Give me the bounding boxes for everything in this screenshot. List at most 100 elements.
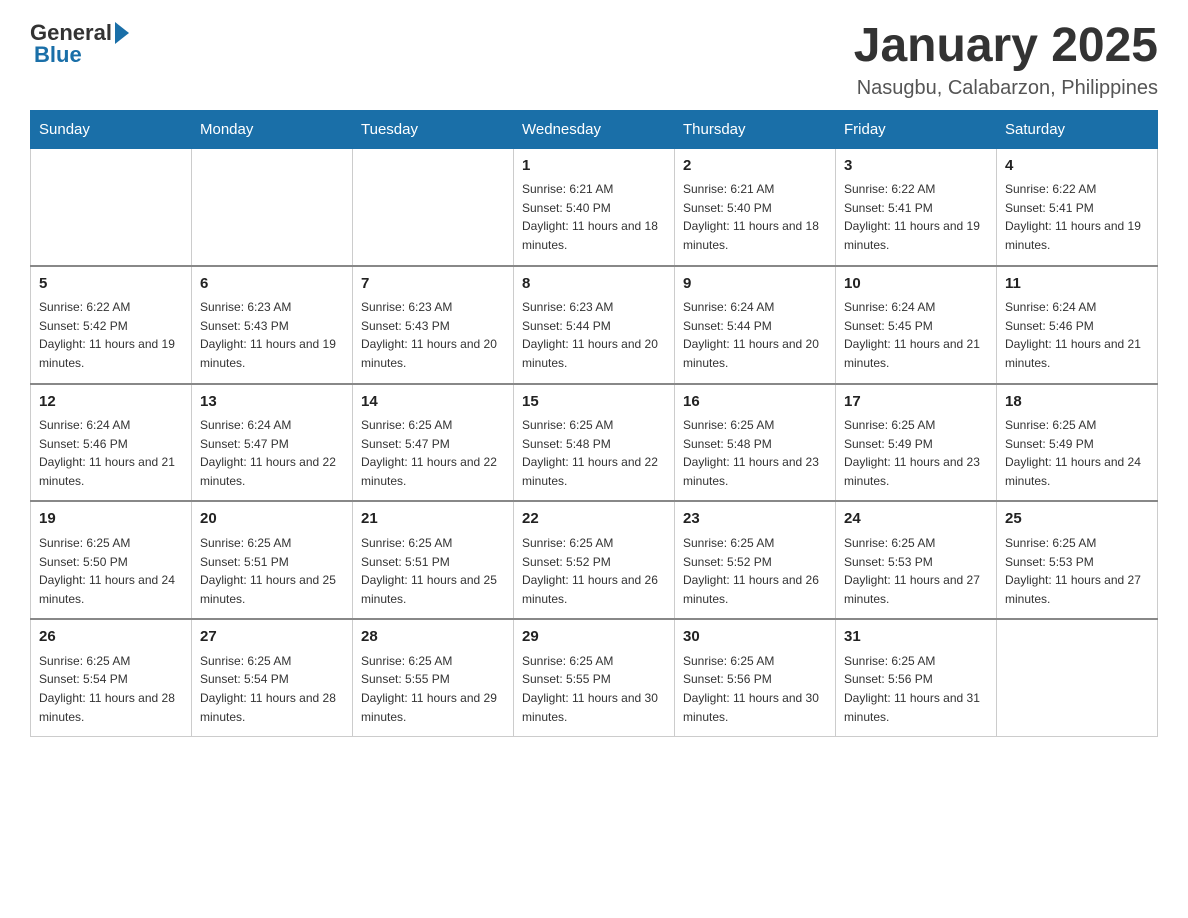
day-info: Sunrise: 6:25 AMSunset: 5:54 PMDaylight:…: [200, 652, 344, 726]
calendar-cell: 23 Sunrise: 6:25 AMSunset: 5:52 PMDayligh…: [675, 501, 836, 619]
calendar-week-5: 26 Sunrise: 6:25 AMSunset: 5:54 PMDayligh…: [31, 619, 1158, 736]
day-info: Sunrise: 6:24 AMSunset: 5:47 PMDaylight:…: [200, 416, 344, 490]
calendar-cell: 1Sunrise: 6:21 AMSunset: 5:40 PMDaylight…: [514, 148, 675, 265]
day-info: Sunrise: 6:24 AMSunset: 5:46 PMDaylight:…: [1005, 298, 1149, 372]
calendar-cell: 2Sunrise: 6:21 AMSunset: 5:40 PMDaylight…: [675, 148, 836, 265]
calendar-cell: 9Sunrise: 6:24 AMSunset: 5:44 PMDaylight…: [675, 266, 836, 384]
day-info: Sunrise: 6:23 AMSunset: 5:43 PMDaylight:…: [361, 298, 505, 372]
day-number: 26: [39, 626, 183, 649]
day-info: Sunrise: 6:25 AMSunset: 5:52 PMDaylight:…: [683, 534, 827, 608]
calendar-header-thursday: Thursday: [675, 110, 836, 148]
calendar-cell: 24 Sunrise: 6:25 AMSunset: 5:53 PMDayligh…: [836, 501, 997, 619]
calendar-cell: 8Sunrise: 6:23 AMSunset: 5:44 PMDaylight…: [514, 266, 675, 384]
calendar-cell: 18Sunrise: 6:25 AMSunset: 5:49 PMDayligh…: [997, 384, 1158, 502]
calendar-cell: 28 Sunrise: 6:25 AMSunset: 5:55 PMDayligh…: [353, 619, 514, 736]
day-number: 16: [683, 391, 827, 414]
day-info: Sunrise: 6:22 AMSunset: 5:41 PMDaylight:…: [844, 180, 988, 254]
calendar-week-4: 19Sunrise: 6:25 AMSunset: 5:50 PMDayligh…: [31, 501, 1158, 619]
day-info: Sunrise: 6:23 AMSunset: 5:43 PMDaylight:…: [200, 298, 344, 372]
calendar-cell: 29 Sunrise: 6:25 AMSunset: 5:55 PMDayligh…: [514, 619, 675, 736]
day-info: Sunrise: 6:22 AMSunset: 5:42 PMDaylight:…: [39, 298, 183, 372]
calendar-header-friday: Friday: [836, 110, 997, 148]
title-section: January 2025 Nasugbu, Calabarzon, Philip…: [854, 20, 1158, 100]
day-number: 11: [1005, 273, 1149, 296]
day-info: Sunrise: 6:25 AMSunset: 5:49 PMDaylight:…: [1005, 416, 1149, 490]
calendar-week-2: 5Sunrise: 6:22 AMSunset: 5:42 PMDaylight…: [31, 266, 1158, 384]
day-info: Sunrise: 6:25 AMSunset: 5:55 PMDaylight:…: [522, 652, 666, 726]
day-info: Sunrise: 6:21 AMSunset: 5:40 PMDaylight:…: [683, 180, 827, 254]
calendar-cell: 31 Sunrise: 6:25 AMSunset: 5:56 PMDayligh…: [836, 619, 997, 736]
calendar-header-wednesday: Wednesday: [514, 110, 675, 148]
calendar-cell: 22 Sunrise: 6:25 AMSunset: 5:52 PMDayligh…: [514, 501, 675, 619]
calendar-header-saturday: Saturday: [997, 110, 1158, 148]
calendar-cell: 11Sunrise: 6:24 AMSunset: 5:46 PMDayligh…: [997, 266, 1158, 384]
day-number: 27: [200, 626, 344, 649]
calendar-cell: 27 Sunrise: 6:25 AMSunset: 5:54 PMDayligh…: [192, 619, 353, 736]
calendar-header-row: SundayMondayTuesdayWednesdayThursdayFrid…: [31, 110, 1158, 148]
day-number: 28: [361, 626, 505, 649]
day-info: Sunrise: 6:23 AMSunset: 5:44 PMDaylight:…: [522, 298, 666, 372]
calendar-week-1: 1Sunrise: 6:21 AMSunset: 5:40 PMDaylight…: [31, 148, 1158, 265]
day-info: Sunrise: 6:25 AMSunset: 5:56 PMDaylight:…: [844, 652, 988, 726]
calendar-cell: 4Sunrise: 6:22 AMSunset: 5:41 PMDaylight…: [997, 148, 1158, 265]
day-info: Sunrise: 6:22 AMSunset: 5:41 PMDaylight:…: [1005, 180, 1149, 254]
day-number: 25: [1005, 508, 1149, 531]
day-number: 15: [522, 391, 666, 414]
day-info: Sunrise: 6:24 AMSunset: 5:44 PMDaylight:…: [683, 298, 827, 372]
day-info: Sunrise: 6:25 AMSunset: 5:56 PMDaylight:…: [683, 652, 827, 726]
calendar-cell: [192, 148, 353, 265]
logo-triangle-icon: [115, 22, 129, 44]
main-title: January 2025: [854, 20, 1158, 73]
page-header: General Blue January 2025 Nasugbu, Calab…: [30, 20, 1158, 100]
calendar-cell: 7Sunrise: 6:23 AMSunset: 5:43 PMDaylight…: [353, 266, 514, 384]
day-number: 31: [844, 626, 988, 649]
calendar-header-tuesday: Tuesday: [353, 110, 514, 148]
day-number: 29: [522, 626, 666, 649]
day-info: Sunrise: 6:25 AMSunset: 5:48 PMDaylight:…: [683, 416, 827, 490]
day-number: 21: [361, 508, 505, 531]
day-info: Sunrise: 6:25 AMSunset: 5:47 PMDaylight:…: [361, 416, 505, 490]
calendar-cell: 30 Sunrise: 6:25 AMSunset: 5:56 PMDayligh…: [675, 619, 836, 736]
day-number: 30: [683, 626, 827, 649]
day-number: 7: [361, 273, 505, 296]
day-info: Sunrise: 6:25 AMSunset: 5:52 PMDaylight:…: [522, 534, 666, 608]
day-number: 20: [200, 508, 344, 531]
calendar-cell: [353, 148, 514, 265]
day-number: 17: [844, 391, 988, 414]
day-info: Sunrise: 6:25 AMSunset: 5:49 PMDaylight:…: [844, 416, 988, 490]
calendar-cell: 15Sunrise: 6:25 AMSunset: 5:48 PMDayligh…: [514, 384, 675, 502]
day-number: 22: [522, 508, 666, 531]
day-number: 23: [683, 508, 827, 531]
day-info: Sunrise: 6:24 AMSunset: 5:45 PMDaylight:…: [844, 298, 988, 372]
calendar-cell: 10Sunrise: 6:24 AMSunset: 5:45 PMDayligh…: [836, 266, 997, 384]
calendar-cell: 3Sunrise: 6:22 AMSunset: 5:41 PMDaylight…: [836, 148, 997, 265]
day-number: 4: [1005, 155, 1149, 178]
calendar-cell: 20 Sunrise: 6:25 AMSunset: 5:51 PMDayligh…: [192, 501, 353, 619]
calendar-cell: [997, 619, 1158, 736]
calendar-cell: 12Sunrise: 6:24 AMSunset: 5:46 PMDayligh…: [31, 384, 192, 502]
calendar-header-sunday: Sunday: [31, 110, 192, 148]
day-number: 8: [522, 273, 666, 296]
day-number: 10: [844, 273, 988, 296]
calendar-cell: 26 Sunrise: 6:25 AMSunset: 5:54 PMDayligh…: [31, 619, 192, 736]
day-info: Sunrise: 6:25 AMSunset: 5:48 PMDaylight:…: [522, 416, 666, 490]
calendar-cell: 13Sunrise: 6:24 AMSunset: 5:47 PMDayligh…: [192, 384, 353, 502]
logo: General Blue: [30, 20, 129, 68]
day-number: 6: [200, 273, 344, 296]
calendar-cell: 17Sunrise: 6:25 AMSunset: 5:49 PMDayligh…: [836, 384, 997, 502]
day-number: 14: [361, 391, 505, 414]
day-info: Sunrise: 6:21 AMSunset: 5:40 PMDaylight:…: [522, 180, 666, 254]
day-info: Sunrise: 6:25 AMSunset: 5:55 PMDaylight:…: [361, 652, 505, 726]
calendar-cell: 6Sunrise: 6:23 AMSunset: 5:43 PMDaylight…: [192, 266, 353, 384]
day-info: Sunrise: 6:25 AMSunset: 5:50 PMDaylight:…: [39, 534, 183, 608]
day-info: Sunrise: 6:25 AMSunset: 5:53 PMDaylight:…: [844, 534, 988, 608]
day-number: 12: [39, 391, 183, 414]
calendar-cell: 14Sunrise: 6:25 AMSunset: 5:47 PMDayligh…: [353, 384, 514, 502]
day-info: Sunrise: 6:24 AMSunset: 5:46 PMDaylight:…: [39, 416, 183, 490]
day-number: 3: [844, 155, 988, 178]
day-info: Sunrise: 6:25 AMSunset: 5:54 PMDaylight:…: [39, 652, 183, 726]
calendar-cell: [31, 148, 192, 265]
day-number: 24: [844, 508, 988, 531]
calendar-header-monday: Monday: [192, 110, 353, 148]
day-info: Sunrise: 6:25 AMSunset: 5:51 PMDaylight:…: [200, 534, 344, 608]
